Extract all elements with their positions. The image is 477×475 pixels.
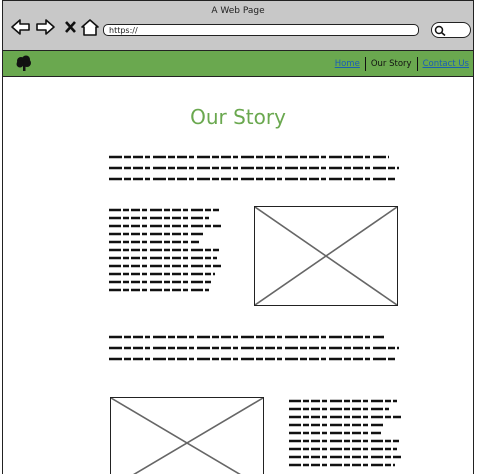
search-box[interactable]	[431, 22, 471, 38]
paragraph-2-placeholder-text	[109, 208, 221, 292]
browser-chrome: A Web Page https://	[3, 1, 473, 51]
browser-nav-icons	[11, 19, 99, 36]
browser-window: A Web Page https:// Home Our Story Conta…	[2, 0, 474, 474]
nav-divider	[364, 57, 366, 71]
url-bar[interactable]: https://	[103, 24, 419, 36]
paragraph-4-placeholder-text	[289, 399, 401, 467]
paragraph-3-placeholder-text	[109, 335, 399, 361]
page-heading: Our Story	[190, 105, 286, 129]
site-navbar: Home Our Story Contact Us	[3, 51, 473, 77]
close-icon[interactable]	[65, 21, 76, 33]
nav-link-contact[interactable]: Contact Us	[423, 59, 469, 69]
forward-arrow-icon[interactable]	[36, 19, 55, 35]
image-placeholder-icon	[254, 206, 398, 306]
home-icon[interactable]	[81, 19, 99, 36]
tree-logo-icon[interactable]	[15, 55, 33, 71]
nav-link-home[interactable]: Home	[335, 59, 360, 69]
paragraph-1-placeholder-text	[109, 155, 399, 181]
image-placeholder-icon	[110, 397, 264, 474]
nav-link-our-story[interactable]: Our Story	[371, 59, 412, 69]
search-icon	[434, 25, 446, 36]
back-arrow-icon[interactable]	[11, 19, 30, 35]
window-title: A Web Page	[211, 6, 265, 16]
nav-divider	[416, 57, 418, 71]
nav-links: Home Our Story Contact Us	[335, 57, 469, 71]
